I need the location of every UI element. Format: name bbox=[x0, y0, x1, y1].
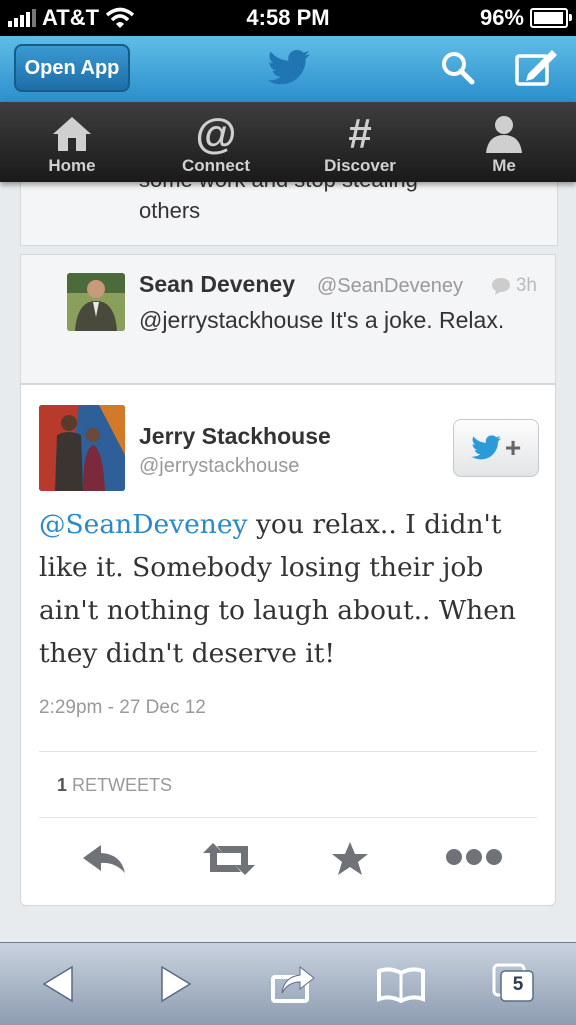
follow-button[interactable]: + bbox=[453, 419, 539, 477]
retweet-label: RETWEETS bbox=[67, 775, 173, 795]
follow-plus: + bbox=[504, 432, 522, 463]
favorite-icon[interactable] bbox=[331, 841, 369, 877]
nav-item-discover[interactable]: # Discover bbox=[288, 102, 432, 182]
tweet-text: @SeanDeveney you relax.. I didn't like i… bbox=[39, 503, 544, 675]
bookmarks-icon[interactable] bbox=[376, 967, 426, 1003]
more-icon[interactable] bbox=[445, 847, 503, 867]
nav-item-connect[interactable]: @ Connect bbox=[144, 102, 288, 182]
battery-icon bbox=[530, 8, 572, 28]
nav-label-me: Me bbox=[492, 156, 516, 175]
mention-link[interactable]: @SeanDeveney bbox=[39, 509, 248, 540]
previous-tweet-line2: others bbox=[139, 198, 201, 223]
tweet-actions bbox=[21, 825, 555, 895]
retweet-stats[interactable]: 1 RETWEETS bbox=[57, 775, 172, 796]
back-icon[interactable] bbox=[42, 965, 76, 1003]
reply-bubble-icon bbox=[491, 278, 510, 295]
main-nav: Home @ Connect # Discover Me bbox=[0, 102, 576, 182]
twitter-bird-icon bbox=[268, 50, 310, 85]
tabs-button[interactable]: 5 bbox=[492, 963, 536, 1003]
avatar[interactable] bbox=[39, 405, 125, 491]
author-name[interactable]: Sean Deveney bbox=[139, 271, 295, 298]
nav-label-discover: Discover bbox=[324, 156, 396, 175]
author-handle: @SeanDeveney bbox=[317, 275, 463, 297]
twitter-header: Open App bbox=[0, 36, 576, 103]
share-icon[interactable] bbox=[270, 963, 316, 1003]
at-icon: @ bbox=[195, 110, 237, 157]
battery-fill bbox=[534, 12, 563, 24]
nav-label-connect: Connect bbox=[182, 156, 250, 175]
battery-percent: 96% bbox=[479, 5, 524, 30]
avatar[interactable] bbox=[67, 273, 125, 331]
twitter-bird-icon bbox=[471, 435, 501, 460]
home-icon bbox=[53, 117, 91, 151]
avatar-photo bbox=[67, 273, 125, 331]
reply-icon[interactable] bbox=[81, 841, 127, 877]
browser-toolbar: 5 bbox=[0, 942, 576, 1025]
nav-label-home: Home bbox=[48, 156, 96, 175]
retweet-icon[interactable] bbox=[201, 841, 257, 877]
divider bbox=[39, 817, 537, 818]
timeline-content: some work and stop stealing others Sean … bbox=[0, 182, 576, 942]
previous-tweet[interactable]: some work and stop stealing others bbox=[20, 182, 558, 246]
tab-count: 5 bbox=[512, 974, 524, 995]
open-app-button[interactable]: Open App bbox=[14, 44, 130, 92]
nav-item-home[interactable]: Home bbox=[0, 102, 144, 182]
person-icon bbox=[486, 116, 522, 153]
author-name[interactable]: Jerry Stackhouse bbox=[139, 423, 331, 450]
reply-tweet[interactable]: Sean Deveney @SeanDeveney 3h @jerrystack… bbox=[20, 254, 556, 384]
tweet-date: 2:29pm - 27 Dec 12 bbox=[39, 697, 206, 718]
author-handle: @jerrystackhouse bbox=[139, 455, 300, 477]
battery-group: 96% bbox=[479, 5, 572, 31]
forward-icon[interactable] bbox=[158, 965, 192, 1003]
main-tweet: Jerry Stackhouse @jerrystackhouse + @Sea… bbox=[20, 384, 556, 906]
hash-icon: # bbox=[348, 110, 372, 157]
tweet-time: 3h bbox=[490, 275, 537, 297]
previous-tweet-line1: some work and stop stealing bbox=[139, 182, 418, 195]
search-icon[interactable] bbox=[440, 50, 476, 86]
tweet-time-label: 3h bbox=[515, 275, 537, 296]
previous-tweet-text: some work and stop stealing others bbox=[139, 182, 418, 226]
nav-item-me[interactable]: Me bbox=[432, 102, 576, 182]
retweet-count: 1 bbox=[57, 775, 68, 795]
compose-icon[interactable] bbox=[514, 48, 560, 88]
avatar-photo bbox=[39, 405, 125, 491]
reply-tweet-text: @jerrystackhouse It's a joke. Relax. bbox=[139, 307, 505, 333]
divider bbox=[39, 751, 537, 752]
status-bar: AT&T 4:58 PM 96% bbox=[0, 0, 576, 36]
